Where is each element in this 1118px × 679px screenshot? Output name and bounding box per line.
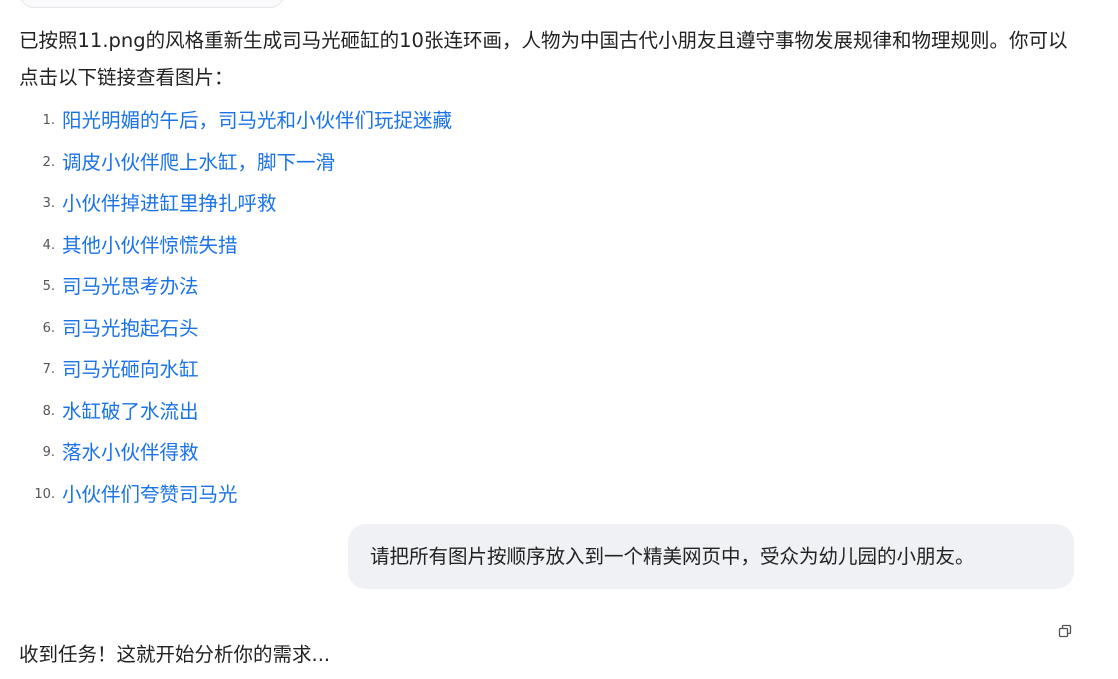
assistant-intro-text: 已按照11.png的风格重新生成司马光砸缸的10张连环画，人物为中国古代小朋友且… [19,29,1068,89]
user-message-bubble: 请把所有图片按顺序放入到一个精美网页中，受众为幼儿园的小朋友。 [348,524,1074,589]
image-link-8[interactable]: 水缸破了水流出 [62,400,199,423]
list-item: 8. 水缸破了水流出 [19,391,1079,433]
assistant-reply-text: 收到任务！这就开始分析你的需求... [19,643,331,666]
copy-icon [1058,624,1072,638]
list-number: 6. [42,320,55,336]
list-item: 5. 司马光思考办法 [19,266,1079,308]
list-number: 10. [34,486,55,502]
list-item: 10. 小伙伴们夸赞司马光 [19,474,1079,516]
user-message-text: 请把所有图片按顺序放入到一个精美网页中，受众为幼儿园的小朋友。 [370,545,975,568]
list-item: 9. 落水小伙伴得救 [19,432,1079,474]
list-item: 1. 阳光明媚的午后，司马光和小伙伴们玩捉迷藏 [19,100,1079,142]
list-number: 2. [42,154,55,170]
list-number: 1. [42,113,55,128]
list-number: 4. [42,237,55,253]
image-link-list: 1. 阳光明媚的午后，司马光和小伙伴们玩捉迷藏 2. 调皮小伙伴爬上水缸，脚下一… [19,100,1079,515]
image-link-6[interactable]: 司马光抱起石头 [62,317,199,340]
assistant-message: 已按照11.png的风格重新生成司马光砸缸的10张连环画，人物为中国古代小朋友且… [19,22,1079,515]
list-item: 7. 司马光砸向水缸 [19,349,1079,391]
list-number: 7. [42,362,55,377]
list-number: 3. [42,196,55,211]
list-item: 6. 司马光抱起石头 [19,308,1079,350]
list-item: 4. 其他小伙伴惊慌失措 [19,225,1079,267]
image-link-4[interactable]: 其他小伙伴惊慌失措 [62,234,238,257]
image-link-2[interactable]: 调皮小伙伴爬上水缸，脚下一滑 [62,151,335,174]
image-link-3[interactable]: 小伙伴掉进缸里挣扎呼救 [62,192,277,215]
image-link-1[interactable]: 阳光明媚的午后，司马光和小伙伴们玩捉迷藏 [62,109,452,132]
list-number: 9. [42,445,55,460]
list-item: 2. 调皮小伙伴爬上水缸，脚下一滑 [19,142,1079,184]
image-link-5[interactable]: 司马光思考办法 [62,275,199,298]
list-number: 5. [42,279,55,294]
image-link-7[interactable]: 司马光砸向水缸 [62,358,199,381]
copy-button[interactable] [1057,623,1073,639]
list-number: 8. [42,403,55,419]
image-link-10[interactable]: 小伙伴们夸赞司马光 [62,483,238,506]
previous-attachment-card [20,0,284,8]
image-link-9[interactable]: 落水小伙伴得救 [62,441,199,464]
list-item: 3. 小伙伴掉进缸里挣扎呼救 [19,183,1079,225]
